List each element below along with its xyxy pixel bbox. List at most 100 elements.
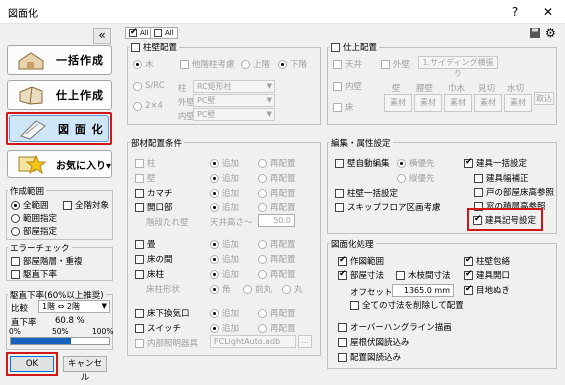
priority-h-radio[interactable]: 横優先 [397, 157, 435, 169]
member-opening-add[interactable]: 追加 [210, 201, 239, 213]
inner-wall-select[interactable]: PC壁 ▼ [193, 108, 275, 121]
wood-radio[interactable]: 木 [133, 58, 154, 70]
height-input[interactable]: 50.0 [258, 214, 295, 227]
make-range-check[interactable]: 作図範囲 [338, 255, 384, 267]
help-button[interactable]: ? [500, 2, 530, 22]
member-vent-re[interactable]: 再配置 [258, 307, 296, 319]
cancel-button[interactable]: キャンセル [63, 356, 107, 383]
member-pillar-check[interactable]: 柱 [135, 157, 156, 169]
range-specify-radio[interactable]: 範囲指定 [11, 212, 57, 224]
up-floor-radio[interactable]: 上階 [241, 58, 270, 70]
all-target-checkbox[interactable]: 全階対象 [63, 199, 109, 211]
material-button-5[interactable]: 素材 [504, 94, 532, 112]
member-tatami-check[interactable]: 畳 [135, 238, 156, 250]
shape-square-radio[interactable]: 角 [210, 283, 231, 295]
other-pillar-check[interactable]: 他階柱考慮 [180, 58, 235, 70]
room-dim-check[interactable]: 部屋寸法 [338, 269, 384, 281]
favorites-label: お気に入り▾ [55, 160, 112, 172]
member-wall-add[interactable]: 追加 [210, 172, 239, 184]
collapse-button[interactable]: « [93, 28, 111, 44]
ratio-bar-fill [11, 338, 71, 344]
stair-check[interactable]: 部屋階層・重複 [11, 255, 83, 267]
member-kamachi-add[interactable]: 追加 [210, 187, 239, 199]
member-switch-re[interactable]: 再配置 [258, 322, 296, 334]
all-uncheck-button[interactable]: All [150, 27, 178, 39]
wood-dim-check[interactable]: 木枝間寸法 [396, 269, 451, 281]
finish-create-button[interactable]: 仕上作成 [7, 80, 112, 110]
material-button-3[interactable]: 素材 [444, 94, 472, 112]
light-browse-button[interactable]: ... [298, 335, 312, 348]
member-alcove-add[interactable]: 追加 [210, 253, 239, 265]
close-button[interactable]: ✕ [533, 2, 563, 22]
member-alcove-post-re[interactable]: 再配置 [258, 268, 296, 280]
pillar-group-check[interactable]: 柱壁配置 [129, 41, 180, 53]
all-dim-check[interactable]: 全ての寸法を削除して配置 [350, 299, 464, 311]
member-alcove-post-add[interactable]: 追加 [210, 268, 239, 280]
member-kamachi-re[interactable]: 再配置 [258, 187, 296, 199]
pillar-wrap-check[interactable]: 柱壁包絡 [464, 255, 510, 267]
finish-outer-check[interactable]: 外壁 [381, 58, 410, 70]
wall-auto-check[interactable]: 壁自動編集 [335, 157, 390, 169]
door-open-check[interactable]: 建具開口 [464, 269, 510, 281]
offset-label: オフセット [350, 288, 393, 298]
room-height-check[interactable]: 戸の部屋床高参照 [474, 186, 554, 198]
pct-100: 100% [92, 327, 114, 336]
material-button-4[interactable]: 素材 [474, 94, 502, 112]
pillar-all-check[interactable]: 柱壁一括設定 [335, 187, 398, 199]
x24-radio[interactable]: 2×4 [133, 101, 163, 111]
material-button-2[interactable]: 素材 [414, 94, 442, 112]
favorites-button[interactable]: お気に入り▾ [7, 150, 112, 178]
member-opening-check[interactable]: 開口部 [135, 201, 173, 213]
finish-group-check[interactable]: 仕上配置 [329, 41, 380, 53]
src-radio[interactable]: S/RC [133, 81, 165, 91]
roof-load-check[interactable]: 屋根伏図読込み [338, 336, 410, 348]
member-alcove-re[interactable]: 再配置 [258, 253, 296, 265]
floor-compare-select[interactable]: 1階 ⇔ 2階 ▼ [38, 300, 110, 313]
shape-round-radio[interactable]: 丸 [282, 283, 303, 295]
door-num-check[interactable]: 建具記号設定 [473, 214, 536, 226]
member-wall-re[interactable]: 再配置 [258, 172, 296, 184]
member-kamachi-check[interactable]: カマチ [135, 187, 173, 199]
light-check[interactable]: 内部照明器具 [135, 337, 198, 349]
member-vent-add[interactable]: 追加 [210, 307, 239, 319]
member-opening-re[interactable]: 再配置 [258, 201, 296, 213]
siding-button[interactable]: 1.サイディング横張り [418, 56, 498, 78]
ok-button[interactable]: OK [10, 356, 54, 372]
member-pillar-add[interactable]: 追加 [210, 157, 239, 169]
light-select[interactable]: FCLightAuto.adb [210, 335, 296, 348]
finish-floor-check[interactable]: 床 [333, 101, 354, 113]
member-wall-check[interactable]: 壁 [135, 172, 156, 184]
shape-front-round-radio[interactable]: 前丸 [243, 283, 272, 295]
outer-wall-select[interactable]: PC壁 ▼ [193, 94, 275, 107]
finish-inner-check[interactable]: 内壁 [333, 80, 362, 92]
door-width-check[interactable]: 建具幅補正 [474, 172, 529, 184]
range-all-radio[interactable]: 全範囲 [11, 199, 49, 211]
all-check-button[interactable]: All [125, 27, 153, 39]
member-pillar-re[interactable]: 再配置 [258, 157, 296, 169]
offset-input[interactable]: 1365.0 mm [392, 284, 454, 297]
save-icon[interactable] [529, 27, 541, 39]
down-floor-radio[interactable]: 下階 [278, 58, 307, 70]
member-tatami-add[interactable]: 追加 [210, 238, 239, 250]
member-vent-check[interactable]: 床下換気口 [135, 307, 190, 319]
pillar-type-select[interactable]: RC矩形柱 ▼ [193, 80, 275, 93]
eye-check[interactable]: 目地ぬき [464, 284, 510, 296]
skip-floor-check[interactable]: スキップフロア区画考慮 [335, 201, 441, 213]
member-tatami-re[interactable]: 再配置 [258, 238, 296, 250]
drawing-button[interactable]: 図 面 化 [9, 115, 109, 142]
room-specify-radio[interactable]: 部屋指定 [11, 225, 57, 237]
finish-ceiling-check[interactable]: 天井 [333, 58, 362, 70]
apply-button[interactable]: 取込 [534, 92, 554, 105]
overhang-check[interactable]: オーバーハングライン描画 [338, 321, 452, 333]
priority-v-radio[interactable]: 縦優先 [397, 172, 435, 184]
door-all-check[interactable]: 建具一括設定 [464, 157, 527, 169]
bulk-create-button[interactable]: 一括作成 [7, 45, 112, 75]
member-alcove-post-check[interactable]: 床柱 [135, 268, 164, 280]
layout-load-check[interactable]: 配置図読込み [338, 351, 401, 363]
ceiling-check[interactable]: 駆直下率 [11, 268, 57, 280]
member-switch-add[interactable]: 追加 [210, 322, 239, 334]
member-alcove-check[interactable]: 床の間 [135, 253, 173, 265]
material-button-1[interactable]: 素材 [384, 94, 412, 112]
gear-icon[interactable]: ⚙ [545, 27, 557, 39]
member-switch-check[interactable]: スイッチ [135, 322, 181, 334]
